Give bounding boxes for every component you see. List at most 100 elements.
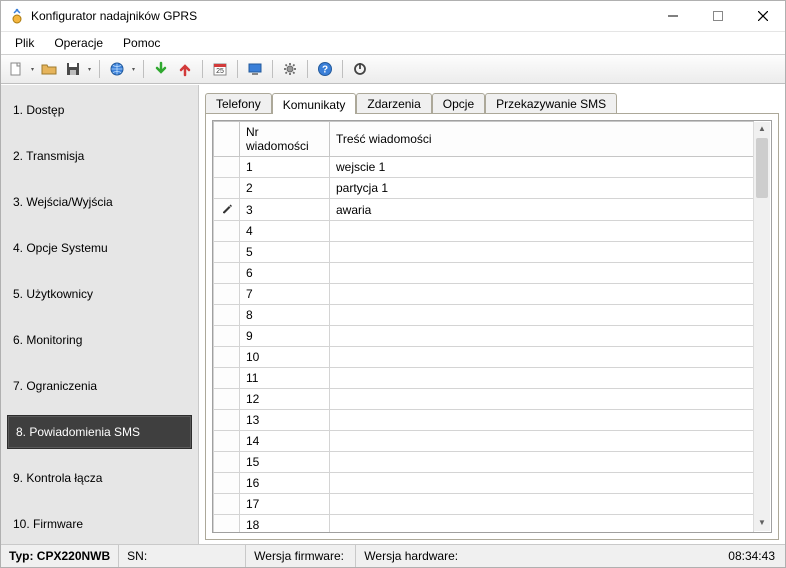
column-marker[interactable] [214,122,240,157]
table-row[interactable]: 2partycja 1 [214,178,754,199]
table-row[interactable]: 11 [214,368,754,389]
menu-operacje[interactable]: Operacje [44,34,113,52]
cell-nr[interactable]: 1 [240,157,330,178]
cell-content[interactable] [330,473,754,494]
close-button[interactable] [740,1,785,31]
cell-nr[interactable]: 3 [240,199,330,221]
cell-content[interactable] [330,221,754,242]
minimize-button[interactable] [650,1,695,31]
scroll-thumb[interactable] [756,138,768,198]
cell-content[interactable] [330,305,754,326]
cell-content[interactable] [330,452,754,473]
open-folder-icon[interactable] [38,58,60,80]
calendar-icon[interactable]: 25 [209,58,231,80]
cell-nr[interactable]: 4 [240,221,330,242]
cell-content[interactable]: wejscie 1 [330,157,754,178]
cell-content[interactable] [330,368,754,389]
table-row[interactable]: 9 [214,326,754,347]
table-row[interactable]: 5 [214,242,754,263]
sidebar-item-4[interactable]: 5. Użytkownicy [1,277,198,311]
cell-content[interactable]: partycja 1 [330,178,754,199]
cell-nr[interactable]: 13 [240,410,330,431]
sidebar-item-6[interactable]: 7. Ograniczenia [1,369,198,403]
cell-content[interactable] [330,410,754,431]
new-dropdown-icon[interactable]: ▾ [29,66,36,73]
cell-nr[interactable]: 12 [240,389,330,410]
messages-table[interactable]: Nr wiadomości Treść wiadomości 1wejscie … [213,121,754,532]
table-row[interactable]: 16 [214,473,754,494]
gear-icon[interactable] [279,58,301,80]
table-row[interactable]: 17 [214,494,754,515]
sidebar-item-8[interactable]: 9. Kontrola łącza [1,461,198,495]
status-time: 08:34:43 [718,549,785,563]
menu-pomoc[interactable]: Pomoc [113,34,170,52]
table-row[interactable]: 4 [214,221,754,242]
cell-nr[interactable]: 14 [240,431,330,452]
monitor-icon[interactable] [244,58,266,80]
globe-icon[interactable] [106,58,128,80]
cell-nr[interactable]: 15 [240,452,330,473]
maximize-button[interactable] [695,1,740,31]
cell-content[interactable] [330,515,754,533]
sidebar-item-2[interactable]: 3. Wejścia/Wyjścia [1,185,198,219]
help-icon[interactable]: ? [314,58,336,80]
save-icon[interactable] [62,58,84,80]
sidebar-item-0[interactable]: 1. Dostęp [1,93,198,127]
cell-nr[interactable]: 2 [240,178,330,199]
vertical-scrollbar[interactable]: ▲ ▼ [753,122,770,531]
cell-content[interactable] [330,347,754,368]
table-row[interactable]: 1wejscie 1 [214,157,754,178]
cell-nr[interactable]: 7 [240,284,330,305]
cell-content[interactable] [330,284,754,305]
cell-nr[interactable]: 17 [240,494,330,515]
table-row[interactable]: 6 [214,263,754,284]
cell-nr[interactable]: 16 [240,473,330,494]
cell-nr[interactable]: 6 [240,263,330,284]
cell-nr[interactable]: 18 [240,515,330,533]
cell-nr[interactable]: 10 [240,347,330,368]
cell-content[interactable] [330,494,754,515]
power-icon[interactable] [349,58,371,80]
table-row[interactable]: 3awaria [214,199,754,221]
tab-2[interactable]: Zdarzenia [356,93,431,113]
tab-strip: TelefonyKomunikatyZdarzeniaOpcjePrzekazy… [205,91,779,114]
cell-content[interactable] [330,263,754,284]
table-row[interactable]: 7 [214,284,754,305]
tab-3[interactable]: Opcje [432,93,485,113]
cell-nr[interactable]: 9 [240,326,330,347]
table-row[interactable]: 8 [214,305,754,326]
cell-nr[interactable]: 8 [240,305,330,326]
tab-0[interactable]: Telefony [205,93,272,113]
upload-arrow-icon[interactable] [174,58,196,80]
table-row[interactable]: 10 [214,347,754,368]
menu-plik[interactable]: Plik [5,34,44,52]
cell-content[interactable] [330,242,754,263]
cell-content[interactable] [330,431,754,452]
column-content[interactable]: Treść wiadomości [330,122,754,157]
download-arrow-icon[interactable] [150,58,172,80]
scroll-up-icon[interactable]: ▲ [755,122,769,136]
sidebar-item-5[interactable]: 6. Monitoring [1,323,198,357]
table-row[interactable]: 15 [214,452,754,473]
save-dropdown-icon[interactable]: ▾ [86,66,93,73]
column-nr[interactable]: Nr wiadomości [240,122,330,157]
cell-nr[interactable]: 5 [240,242,330,263]
table-row[interactable]: 18 [214,515,754,533]
table-row[interactable]: 14 [214,431,754,452]
sidebar-item-9[interactable]: 10. Firmware [1,507,198,541]
table-row[interactable]: 13 [214,410,754,431]
cell-content[interactable] [330,389,754,410]
cell-content[interactable]: awaria [330,199,754,221]
tab-4[interactable]: Przekazywanie SMS [485,93,617,113]
table-row[interactable]: 12 [214,389,754,410]
sidebar-item-1[interactable]: 2. Transmisja [1,139,198,173]
status-firmware: Wersja firmware: [246,545,356,567]
sidebar-item-3[interactable]: 4. Opcje Systemu [1,231,198,265]
tab-1[interactable]: Komunikaty [272,93,357,114]
globe-dropdown-icon[interactable]: ▾ [130,66,137,73]
cell-content[interactable] [330,326,754,347]
new-file-icon[interactable] [5,58,27,80]
cell-nr[interactable]: 11 [240,368,330,389]
sidebar-item-7[interactable]: 8. Powiadomienia SMS [7,415,192,449]
scroll-down-icon[interactable]: ▼ [755,516,769,530]
